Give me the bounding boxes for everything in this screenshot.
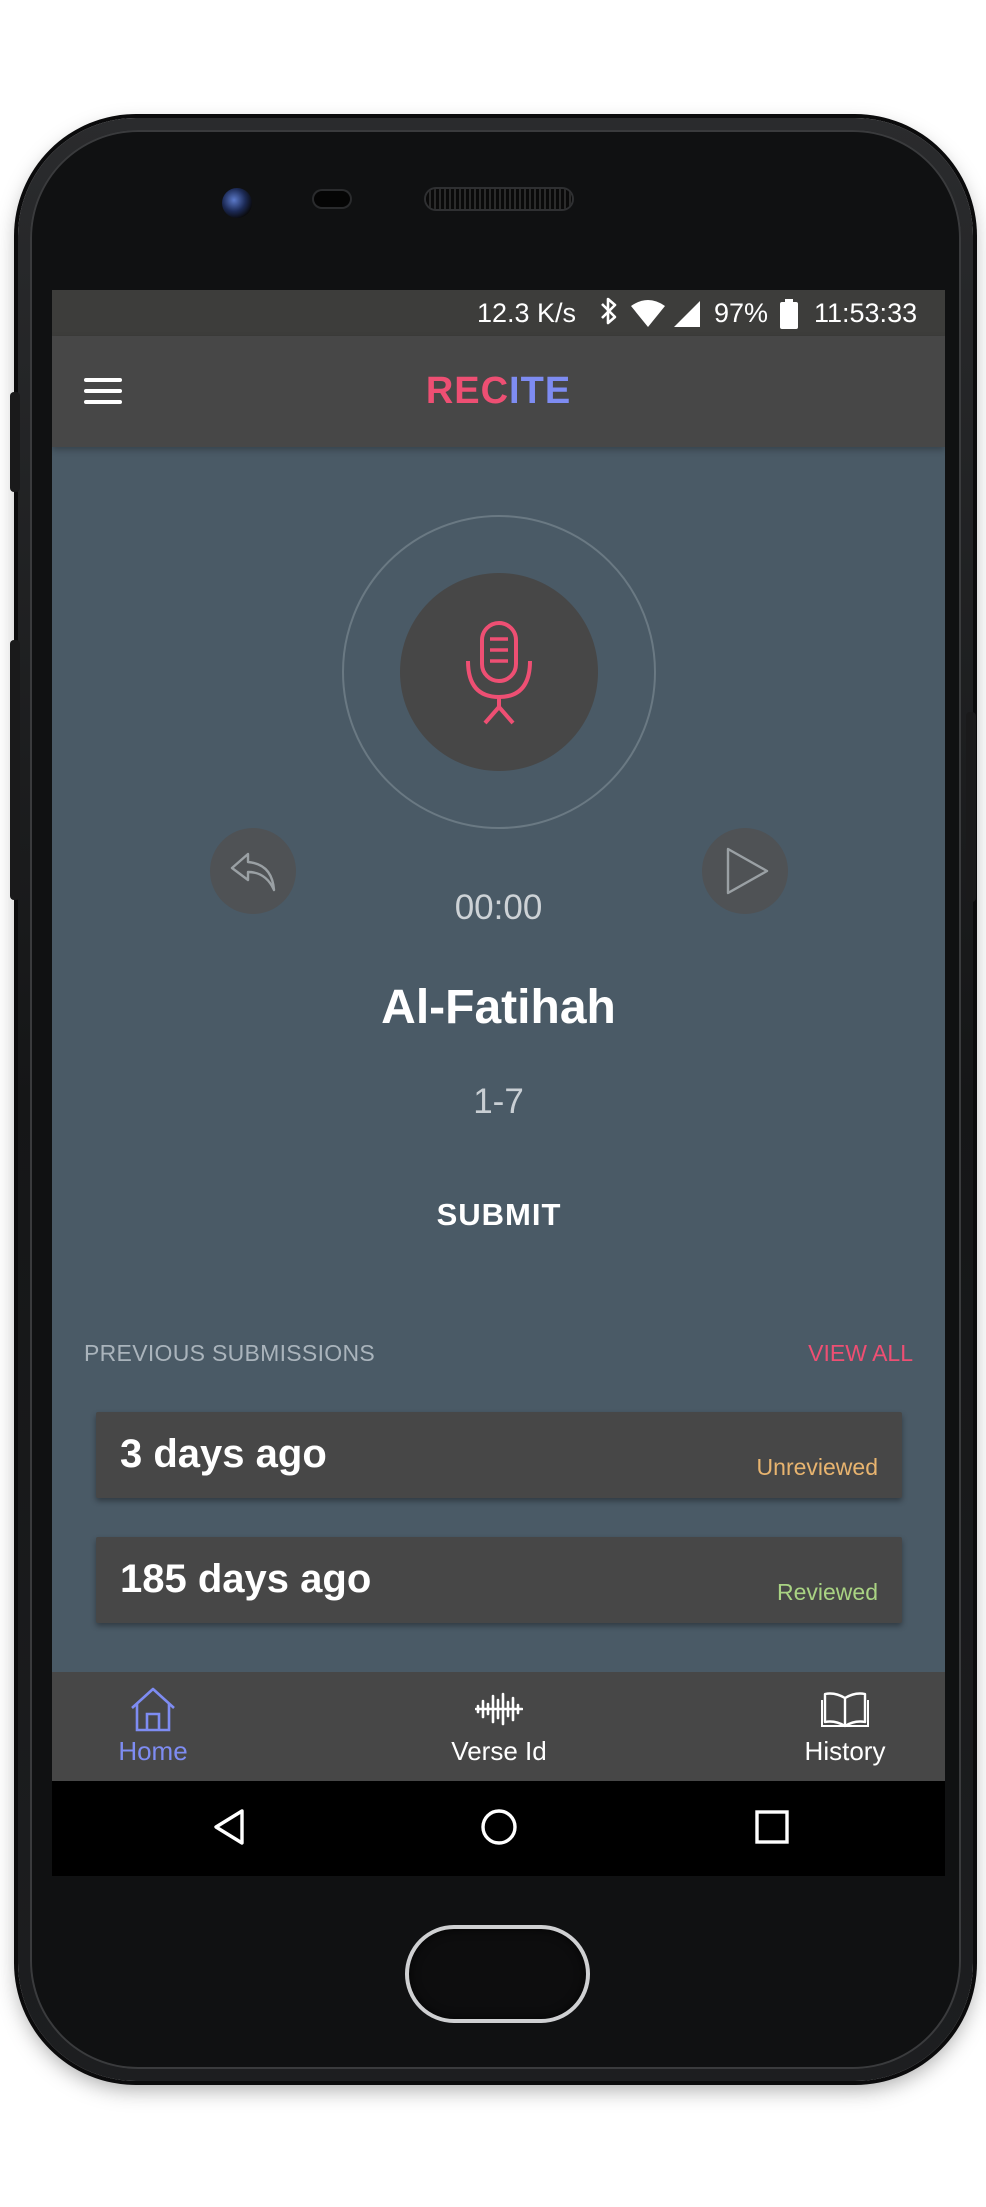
volume-buttons: [10, 640, 20, 900]
battery-percent: 97%: [714, 298, 769, 328]
earpiece-speaker: [426, 189, 572, 209]
submission-card[interactable]: 3 days ago Unreviewed: [96, 1412, 902, 1498]
screen: 12.3 K/s 97% 11:53:33 RECITE 00:00 Al-Fa…: [52, 290, 945, 1781]
power-button: [966, 712, 976, 902]
front-camera: [222, 188, 252, 218]
system-navigation-bar: [52, 1781, 945, 1876]
alert-slider: [10, 392, 20, 492]
clock: 11:53:33: [814, 298, 918, 328]
nav-verse-id-label: Verse Id: [451, 1736, 547, 1766]
home-circle-icon[interactable]: [479, 1807, 519, 1847]
surah-name[interactable]: Al-Fatihah: [52, 980, 945, 1035]
hardware-home-button[interactable]: [405, 1925, 590, 2023]
battery-icon: [780, 299, 798, 336]
verse-range[interactable]: 1-7: [52, 1082, 945, 1122]
submission-status: Reviewed: [777, 1579, 878, 1605]
nav-home[interactable]: Home: [52, 1672, 302, 1781]
microphone-icon: [466, 621, 532, 725]
logo-part-ite: ITE: [509, 370, 572, 412]
record-button[interactable]: [400, 573, 598, 771]
nav-verse-id[interactable]: Verse Id: [350, 1672, 648, 1781]
recording-timer: 00:00: [454, 888, 543, 927]
app-logo: RECITE: [52, 370, 945, 413]
network-speed: 12.3 K/s: [477, 298, 577, 328]
home-icon: [131, 1687, 175, 1732]
proximity-sensor: [314, 191, 350, 207]
submission-card[interactable]: 185 days ago Reviewed: [96, 1537, 902, 1623]
bluetooth-icon: [598, 296, 620, 333]
nav-history[interactable]: History: [696, 1672, 945, 1781]
recents-square-icon[interactable]: [752, 1807, 792, 1847]
soundwave-icon: [475, 1692, 523, 1726]
nav-history-label: History: [804, 1736, 886, 1766]
bottom-navigation: Home Verse Id History: [52, 1672, 945, 1781]
nav-home-label: Home: [118, 1736, 188, 1766]
submission-time: 185 days ago: [120, 1557, 372, 1601]
wifi-icon: [630, 300, 666, 335]
book-icon: [821, 1692, 869, 1728]
logo-part-rec: REC: [425, 370, 510, 412]
signal-icon: [672, 300, 702, 335]
submit-button[interactable]: SUBMIT: [388, 1188, 610, 1242]
view-all-link[interactable]: VIEW ALL: [808, 1340, 913, 1367]
previous-submissions-heading: PREVIOUS SUBMISSIONS: [84, 1340, 376, 1366]
app-bar: RECITE: [52, 336, 945, 447]
submission-status: Unreviewed: [756, 1454, 878, 1480]
back-icon[interactable]: [210, 1807, 250, 1847]
status-bar: 12.3 K/s 97% 11:53:33: [52, 290, 945, 336]
submission-time: 3 days ago: [120, 1432, 327, 1476]
